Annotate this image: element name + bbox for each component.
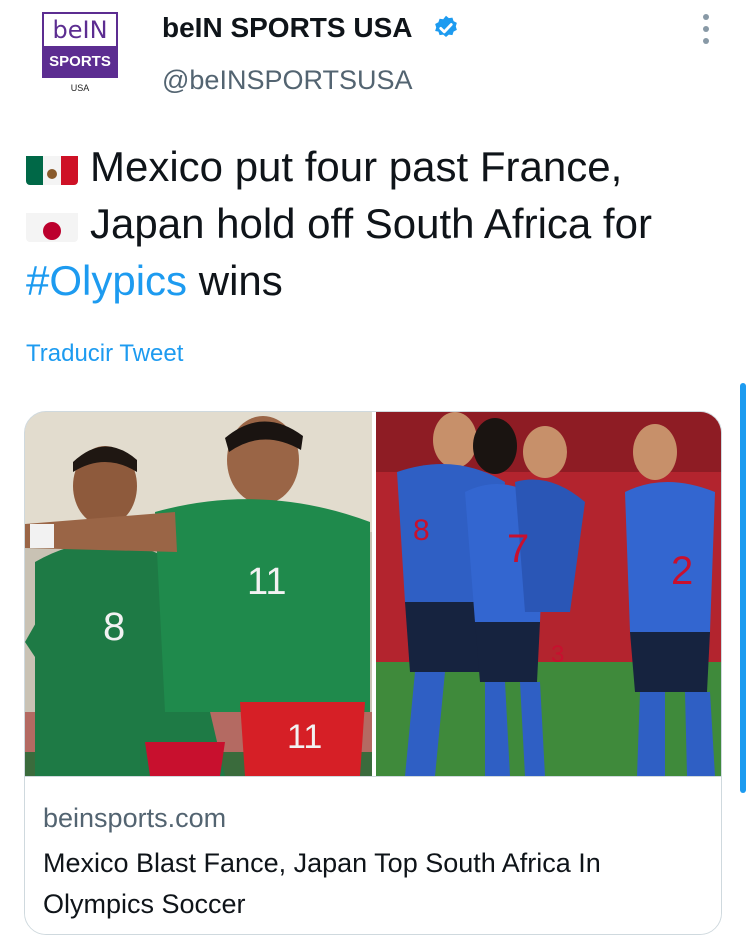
account-handle[interactable]: @beINSPORTSUSA [162,63,413,97]
tweet-line-2: Japan hold off South Africa for [26,195,726,252]
logo-text-top: beIN [42,12,118,46]
tweet-line-1-text: Mexico put four past France, [90,143,623,190]
more-options-icon[interactable] [694,14,718,44]
tweet-view: beIN SPORTS USA beIN SPORTS USA @beINSPO… [0,0,746,948]
display-name[interactable]: beIN SPORTS USA [162,10,412,46]
tweet-text: Mexico put four past France, Japan hold … [26,138,726,309]
jersey-number: 2 [671,549,693,593]
dot [703,14,709,20]
jersey-number: 8 [103,605,125,649]
scrollbar[interactable] [740,383,746,793]
tweet-line-2-text: Japan hold off South Africa for [90,200,652,247]
translate-tweet-link[interactable]: Traducir Tweet [26,338,183,370]
card-image[interactable]: 8 11 11 8 7 3 2 [25,412,721,776]
link-card[interactable]: 8 11 11 8 7 3 2 beinsports.com Mexico Bl… [24,411,722,935]
logo-text-mid: SPORTS [42,46,118,78]
jersey-number: 3 [551,641,564,668]
logo-text-bot: USA [70,83,90,93]
tweet-line-3-text: wins [187,257,283,304]
japan-flag-icon [26,206,78,242]
card-photo: 8 11 11 8 7 3 2 [25,412,721,776]
jersey-number: 8 [413,514,430,547]
verified-badge-icon [435,15,457,37]
hashtag-link[interactable]: #Olypics [26,252,187,309]
avatar[interactable]: beIN SPORTS USA [38,10,122,94]
dot [703,38,709,44]
card-title[interactable]: Mexico Blast Fance, Japan Top South Afri… [43,843,703,925]
card-meta[interactable]: beinsports.com Mexico Blast Fance, Japan… [25,776,721,934]
dot [703,26,709,32]
card-domain: beinsports.com [43,803,227,833]
tweet-line-1: Mexico put four past France, [26,138,726,195]
jersey-number: 11 [287,718,322,756]
tweet-line-3: #Olypics wins [26,252,726,309]
jersey-number: 11 [247,561,286,603]
jersey-number: 7 [507,527,529,571]
mexico-flag-icon [26,149,78,185]
